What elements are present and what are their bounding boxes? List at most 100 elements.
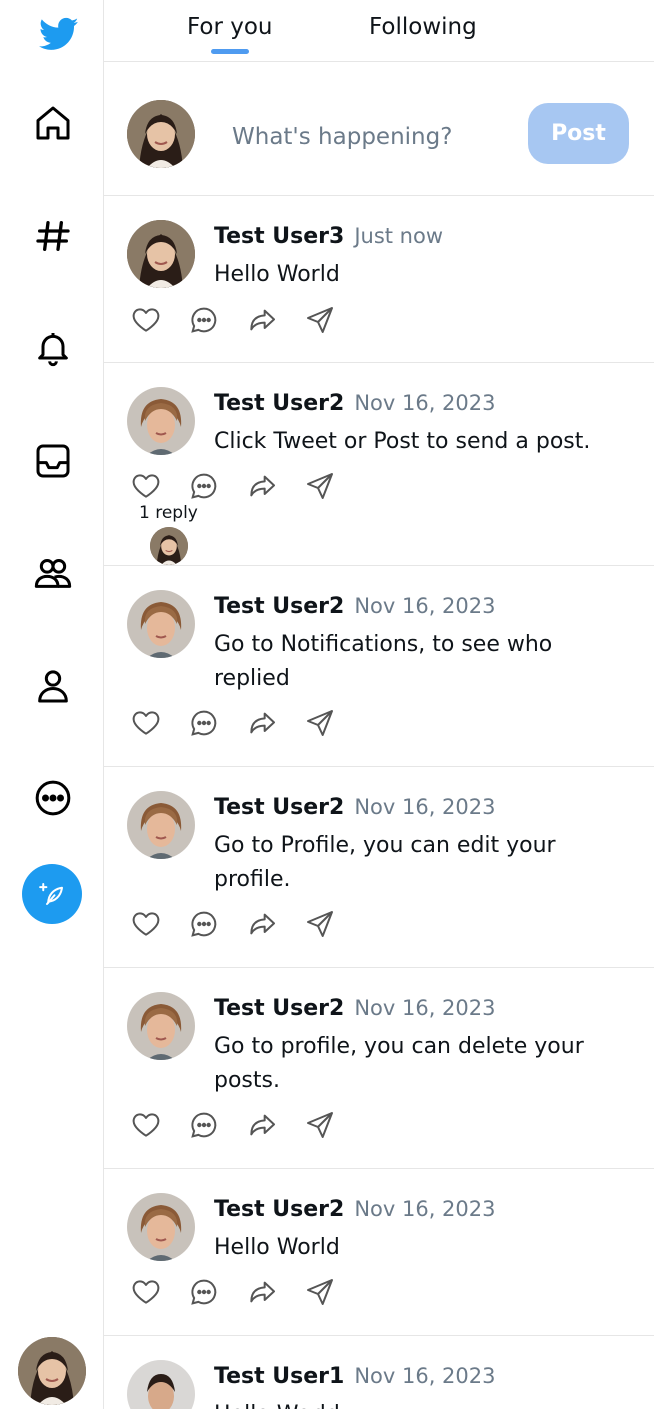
heart-icon [132, 308, 160, 332]
hashtag-icon[interactable] [27, 210, 79, 262]
author-name[interactable]: Test User1 [214, 1364, 344, 1389]
tweet-actions [130, 907, 362, 941]
tweet[interactable]: Test User2 Nov 16, 2023 Go to Notificatio… [104, 566, 654, 767]
reply-button[interactable] [188, 706, 246, 740]
tweet-actions [130, 1275, 362, 1309]
tweet[interactable]: Test User3 Just now Hello World [104, 196, 654, 363]
avatar[interactable] [127, 387, 195, 455]
send-icon [307, 473, 333, 499]
timestamp: Just now [354, 224, 444, 248]
author-name[interactable]: Test User2 [214, 795, 344, 820]
heart-icon [132, 474, 160, 498]
like-button[interactable] [130, 469, 188, 503]
tweet[interactable]: Test User2 Nov 16, 2023 Go to Profile, yo… [104, 767, 654, 968]
author-name[interactable]: Test User3 [214, 224, 344, 249]
retweet-button[interactable] [246, 706, 304, 740]
like-button[interactable] [130, 907, 188, 941]
tweet-actions [130, 303, 362, 337]
retweet-button[interactable] [246, 1275, 304, 1309]
author-name[interactable]: Test User2 [214, 391, 344, 416]
send-icon [307, 307, 333, 333]
comment-icon [191, 473, 217, 499]
avatar[interactable] [127, 1193, 195, 1261]
share-button[interactable] [304, 469, 362, 503]
share-button[interactable] [304, 706, 362, 740]
tweet[interactable]: Test User1 Nov 16, 2023 Hello World [104, 1336, 654, 1409]
share-arrow-icon [250, 475, 275, 497]
send-icon [307, 1112, 333, 1138]
retweet-button[interactable] [246, 1108, 304, 1142]
inbox-icon[interactable] [27, 435, 79, 487]
twitter-logo-icon[interactable] [33, 8, 85, 60]
tweet-text: Go to Profile, you can edit your profile… [214, 833, 556, 892]
heart-icon [132, 1113, 160, 1137]
share-button[interactable] [304, 1108, 362, 1142]
share-button[interactable] [304, 907, 362, 941]
like-button[interactable] [130, 303, 188, 337]
reply-button[interactable] [188, 469, 246, 503]
share-arrow-icon [250, 712, 275, 734]
tweet-text: Go to profile, you can delete your posts… [214, 1034, 584, 1093]
account-avatar[interactable] [18, 1337, 86, 1405]
send-icon [307, 911, 333, 937]
tweet[interactable]: Test User2 Nov 16, 2023 Go to profile, yo… [104, 968, 654, 1169]
tweet-text: Go to Notifications, to see who replied [214, 632, 553, 691]
composer-input[interactable]: What's happening? [232, 124, 452, 150]
avatar[interactable] [127, 791, 195, 859]
share-button[interactable] [304, 303, 362, 337]
heart-icon [132, 711, 160, 735]
heart-icon [132, 912, 160, 936]
like-button[interactable] [130, 1108, 188, 1142]
reply-count[interactable]: 1 reply [139, 503, 198, 523]
more-icon[interactable] [27, 772, 79, 824]
reply-button[interactable] [188, 303, 246, 337]
tweet-actions [130, 469, 362, 503]
tweet[interactable]: Test User2 Nov 16, 2023 Click Tweet or Po… [104, 363, 654, 566]
timestamp: Nov 16, 2023 [354, 1197, 496, 1221]
author-name[interactable]: Test User2 [214, 1197, 344, 1222]
avatar[interactable] [127, 992, 195, 1060]
profile-icon[interactable] [27, 660, 79, 712]
avatar[interactable] [127, 220, 195, 288]
feather-icon [39, 883, 63, 905]
retweet-button[interactable] [246, 303, 304, 337]
retweet-button[interactable] [246, 469, 304, 503]
replies-indicator[interactable]: 1 reply [127, 503, 198, 523]
comment-icon [191, 710, 217, 736]
comment-icon [191, 911, 217, 937]
sidebar [0, 0, 104, 1409]
tab-following[interactable]: Following [369, 14, 477, 40]
post-composer: What's happening? Post [104, 62, 654, 196]
tab-for-you[interactable]: For you [187, 14, 273, 54]
like-button[interactable] [130, 706, 188, 740]
author-name[interactable]: Test User2 [214, 594, 344, 619]
retweet-button[interactable] [246, 907, 304, 941]
reply-button[interactable] [188, 1108, 246, 1142]
timeline-tabs: For you Following [104, 0, 654, 62]
people-icon[interactable] [27, 547, 79, 599]
send-icon [307, 1279, 333, 1305]
tweet[interactable]: Test User2 Nov 16, 2023 Hello World [104, 1169, 654, 1336]
reply-button[interactable] [188, 1275, 246, 1309]
tweet-text: Hello World [214, 1235, 340, 1260]
send-icon [307, 710, 333, 736]
avatar[interactable] [127, 590, 195, 658]
timestamp: Nov 16, 2023 [354, 1364, 496, 1388]
tweet-actions [130, 706, 362, 740]
like-button[interactable] [130, 1275, 188, 1309]
comment-icon [191, 307, 217, 333]
timestamp: Nov 16, 2023 [354, 594, 496, 618]
compose-button[interactable] [22, 864, 82, 924]
avatar[interactable] [127, 1360, 195, 1409]
timestamp: Nov 16, 2023 [354, 391, 496, 415]
reply-button[interactable] [188, 907, 246, 941]
avatar [127, 100, 195, 168]
home-icon[interactable] [27, 97, 79, 149]
post-button[interactable]: Post [528, 103, 629, 164]
avatar [150, 527, 188, 565]
author-name[interactable]: Test User2 [214, 996, 344, 1021]
share-button[interactable] [304, 1275, 362, 1309]
bell-icon[interactable] [27, 322, 79, 374]
timestamp: Nov 16, 2023 [354, 795, 496, 819]
share-arrow-icon [250, 1114, 275, 1136]
